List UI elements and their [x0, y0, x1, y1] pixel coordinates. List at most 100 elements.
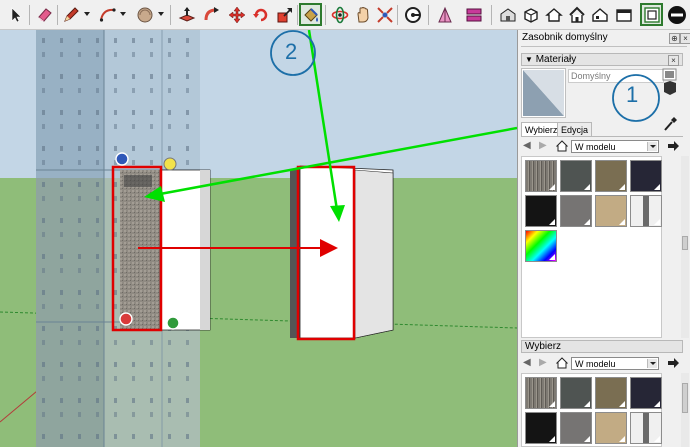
material-swatch[interactable]	[525, 377, 557, 409]
paint-bucket-icon[interactable]	[299, 3, 322, 26]
toolbar-separator	[170, 5, 171, 25]
move-icon[interactable]	[226, 4, 247, 25]
rotate-icon[interactable]	[250, 4, 271, 25]
component-icon[interactable]	[520, 4, 541, 25]
box-icon[interactable]	[613, 4, 634, 25]
material-swatch[interactable]	[560, 412, 592, 444]
tab-underline	[521, 136, 683, 137]
close-button[interactable]: ×	[680, 33, 690, 44]
main-toolbar	[0, 0, 690, 30]
select-icon[interactable]	[5, 4, 26, 25]
material-swatch[interactable]	[560, 160, 592, 192]
pencil-icon[interactable]	[60, 4, 81, 25]
materials-panel-header[interactable]: ▼ Materiały	[521, 53, 683, 66]
materials-swatch-grid	[521, 156, 662, 338]
material-side-icons	[662, 68, 677, 95]
orbit-icon[interactable]	[329, 4, 350, 25]
material-preview	[521, 68, 566, 118]
toolbar-separator	[491, 5, 492, 25]
location-combo[interactable]: W modelu	[571, 140, 659, 153]
swatch-list-2	[522, 374, 662, 446]
secondary-header-label: Wybierz	[525, 341, 562, 352]
home-icon[interactable]	[566, 4, 587, 25]
toolbar-separator	[57, 5, 58, 25]
tab-edit[interactable]: Edycja	[557, 122, 593, 137]
material-swatch[interactable]	[525, 160, 557, 192]
materials-scrollbar[interactable]	[681, 156, 689, 338]
right-column[interactable]	[290, 165, 394, 341]
materials-close-button[interactable]: ×	[668, 55, 679, 66]
push-pull-icon[interactable]	[176, 4, 197, 25]
material-swatch[interactable]	[560, 195, 592, 227]
house-2-icon[interactable]	[589, 4, 610, 25]
clock-handle-icon[interactable]	[163, 157, 177, 171]
follow-me-icon[interactable]	[201, 4, 222, 25]
toolbar-separator	[428, 5, 429, 25]
toolbar-separator	[29, 5, 30, 25]
swatch-list	[522, 157, 662, 337]
secondary-scrollbar[interactable]	[681, 373, 689, 447]
details-arrow-icon[interactable]	[667, 140, 681, 152]
shape-dropdown[interactable]	[158, 12, 164, 16]
pin-button[interactable]: ⊕	[669, 33, 680, 44]
chevron-down-icon-2	[647, 359, 657, 368]
position-handle-icon[interactable]	[119, 312, 133, 326]
back-arrow-icon-2[interactable]: ◀	[523, 357, 531, 368]
home-icon-2[interactable]	[556, 357, 568, 369]
forward-arrow-icon[interactable]: ▶	[539, 140, 547, 151]
forward-arrow-icon-2[interactable]: ▶	[539, 357, 547, 368]
stop-icon[interactable]	[666, 4, 687, 25]
layers-icon[interactable]	[463, 4, 484, 25]
materials-header-label: Materiały	[535, 54, 577, 65]
material-swatch[interactable]	[595, 412, 627, 444]
details-arrow-icon-2[interactable]	[667, 357, 681, 369]
material-swatch[interactable]	[525, 195, 557, 227]
toolbar-separator	[297, 5, 298, 25]
section-plane-icon[interactable]	[434, 4, 455, 25]
arc-icon[interactable]	[97, 4, 118, 25]
warehouse-icon[interactable]	[497, 4, 518, 25]
back-arrow-icon[interactable]: ◀	[523, 140, 531, 151]
material-swatch[interactable]	[595, 160, 627, 192]
material-swatch[interactable]	[630, 160, 662, 192]
model-viewport[interactable]: 2	[0, 30, 517, 447]
sample-paint-icon[interactable]	[661, 115, 679, 133]
location-value-2: W modelu	[575, 359, 616, 369]
secondary-swatch-grid	[521, 373, 662, 447]
material-swatch[interactable]	[595, 377, 627, 409]
scrollbar-thumb-2[interactable]	[682, 383, 688, 413]
annotation-label-2: 2	[285, 39, 298, 64]
material-swatch[interactable]	[630, 377, 662, 409]
material-swatch[interactable]	[595, 195, 627, 227]
eraser-icon[interactable]	[34, 4, 55, 25]
component-options-icon[interactable]	[640, 3, 663, 26]
tab-select[interactable]: Wybierz	[521, 122, 562, 137]
annotation-label-1: 1	[626, 82, 639, 107]
rotate-handle-icon[interactable]	[115, 152, 129, 166]
secondary-panel-header[interactable]: Wybierz	[521, 340, 683, 353]
tray-divider	[521, 46, 687, 47]
home-icon[interactable]	[556, 140, 568, 152]
collapse-icon: ▼	[525, 55, 533, 64]
toolbar-separator	[325, 5, 326, 25]
material-swatch[interactable]	[630, 412, 662, 444]
tape-measure-icon[interactable]	[402, 4, 423, 25]
house-icon[interactable]	[543, 4, 564, 25]
scene-canvas[interactable]	[0, 30, 517, 447]
scrollbar-thumb[interactable]	[682, 236, 688, 250]
location-value: W modelu	[575, 142, 616, 152]
material-swatch[interactable]	[525, 230, 557, 262]
tray-title: Zasobnik domyślny	[522, 32, 608, 43]
pan-icon[interactable]	[352, 4, 373, 25]
scale-icon[interactable]	[274, 4, 295, 25]
material-swatch[interactable]	[560, 377, 592, 409]
zoom-extents-icon[interactable]	[374, 4, 395, 25]
material-swatch[interactable]	[630, 195, 662, 227]
pencil-dropdown[interactable]	[84, 12, 90, 16]
location-combo-2[interactable]: W modelu	[571, 357, 659, 370]
arc-dropdown[interactable]	[120, 12, 126, 16]
shape-icon[interactable]	[134, 4, 155, 25]
material-swatch[interactable]	[525, 412, 557, 444]
chevron-down-icon	[647, 142, 657, 151]
scale-handle-icon[interactable]	[166, 316, 180, 330]
